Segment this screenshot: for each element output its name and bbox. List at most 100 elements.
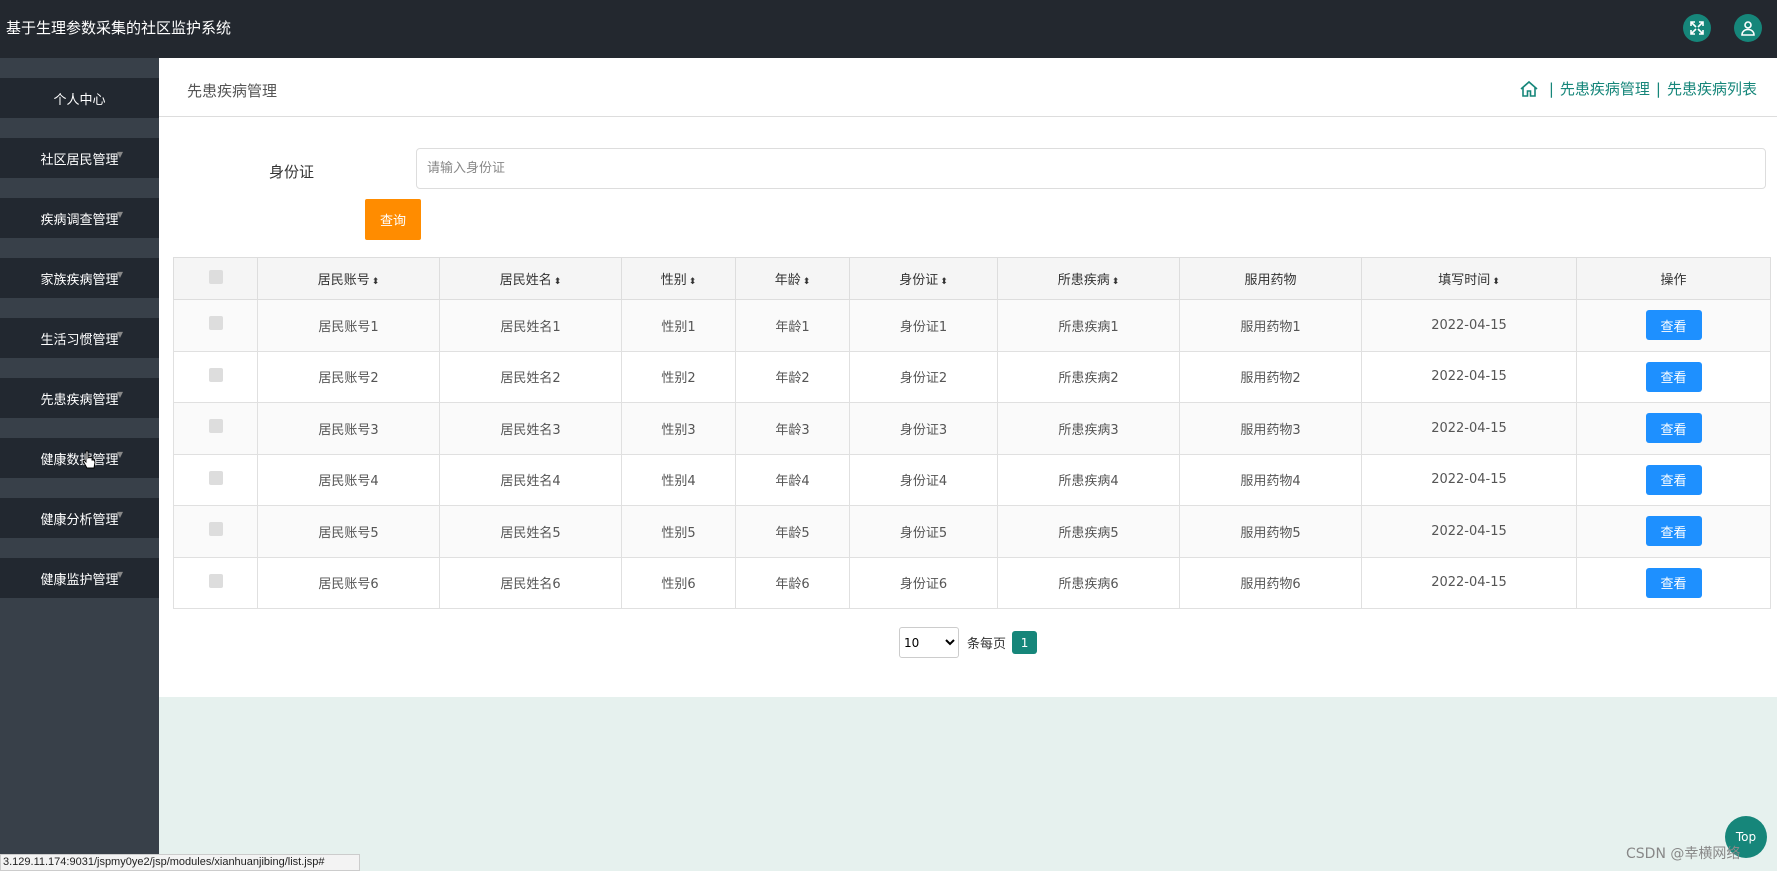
caret-down-icon: ▼: [116, 210, 123, 219]
fullscreen-button[interactable]: [1683, 14, 1711, 42]
cell-medication: 服用药物4: [1179, 453, 1362, 506]
breadcrumb-current[interactable]: 先患疾病列表: [1667, 78, 1757, 99]
caret-down-icon: ▼: [116, 570, 123, 579]
col-name[interactable]: 居民姓名 ⬍: [439, 257, 622, 300]
row-select-cell: [173, 299, 258, 352]
sidebar-item-label: 个人中心: [53, 92, 106, 108]
col-medication: 服用药物: [1179, 257, 1362, 300]
cell-id-card: 身份证6: [849, 556, 998, 609]
col-gender[interactable]: 性别 ⬍: [621, 257, 736, 300]
col-account[interactable]: 居民账号 ⬍: [257, 257, 440, 300]
col-disease[interactable]: 所患疾病 ⬍: [997, 257, 1180, 300]
query-button[interactable]: 查询: [365, 199, 421, 240]
breadcrumb-link[interactable]: 先患疾病管理: [1560, 78, 1650, 99]
page-number-button[interactable]: 1: [1012, 631, 1038, 654]
sidebar-item-family-disease[interactable]: 家族疾病管理 ▼: [0, 258, 159, 298]
col-label: 所患疾病: [1057, 273, 1110, 288]
col-label: 性别: [660, 273, 687, 288]
sidebar-item-residents[interactable]: 社区居民管理 ▼: [0, 138, 159, 178]
breadcrumb-separator: |: [1548, 79, 1554, 98]
row-checkbox[interactable]: [208, 573, 223, 588]
cell-age: 年龄4: [735, 453, 850, 506]
row-checkbox[interactable]: [208, 470, 223, 485]
col-label: 居民姓名: [499, 273, 552, 288]
cell-account: 居民账号2: [257, 350, 440, 403]
cell-fill-time: 2022-04-15: [1361, 402, 1577, 455]
cell-disease: 所患疾病1: [997, 299, 1180, 352]
sidebar-item-prior-disease[interactable]: 先患疾病管理 ▼: [0, 378, 159, 418]
sidebar-item-label: 健康数据管理: [40, 452, 119, 468]
cell-medication: 服用药物6: [1179, 556, 1362, 609]
sidebar-item-label: 社区居民管理: [40, 152, 119, 168]
cell-name: 居民姓名2: [439, 350, 622, 403]
cell-age: 年龄3: [735, 402, 850, 455]
cell-fill-time: 2022-04-15: [1361, 299, 1577, 352]
view-button[interactable]: 查看: [1645, 361, 1702, 392]
cell-account: 居民账号5: [257, 505, 440, 558]
select-all-checkbox[interactable]: [208, 269, 223, 284]
view-button[interactable]: 查看: [1645, 413, 1702, 444]
table-header-row: 居民账号 ⬍ 居民姓名 ⬍ 性别 ⬍ 年龄 ⬍ 身份证 ⬍ 所患疾病 ⬍ 服用药物 填写时间…: [173, 257, 1771, 300]
id-card-search-input[interactable]: [416, 148, 1766, 189]
col-fill-time[interactable]: 填写时间 ⬍: [1361, 257, 1577, 300]
id-card-label: 身份证: [269, 163, 315, 181]
caret-down-icon: ▼: [116, 270, 123, 279]
row-checkbox[interactable]: [208, 367, 223, 382]
cell-actions: 查看: [1576, 556, 1771, 609]
view-button[interactable]: 查看: [1645, 567, 1702, 598]
page-title: 先患疾病管理: [187, 82, 278, 100]
sort-icon: ⬍: [371, 277, 380, 287]
row-select-cell: [173, 402, 258, 455]
cell-disease: 所患疾病6: [997, 556, 1180, 609]
select-all-header: [173, 257, 258, 300]
cell-actions: 查看: [1576, 505, 1771, 558]
row-checkbox[interactable]: [208, 419, 223, 434]
row-select-cell: [173, 350, 258, 403]
cell-disease: 所患疾病5: [997, 505, 1180, 558]
view-button[interactable]: 查看: [1645, 464, 1702, 495]
view-button[interactable]: 查看: [1645, 310, 1702, 341]
cell-fill-time: 2022-04-15: [1361, 350, 1577, 403]
sidebar-item-label: 先患疾病管理: [40, 392, 119, 408]
col-age[interactable]: 年龄 ⬍: [735, 257, 850, 300]
sidebar-item-health-monitoring[interactable]: 健康监护管理 ▼: [0, 558, 159, 598]
cell-age: 年龄6: [735, 556, 850, 609]
breadcrumb-bar: 先患疾病管理 | 先患疾病管理 | 先患疾病列表: [159, 58, 1777, 117]
cell-medication: 服用药物3: [1179, 402, 1362, 455]
pointer-cursor-icon: [82, 450, 96, 469]
row-checkbox[interactable]: [208, 316, 223, 331]
col-label: 身份证: [899, 273, 939, 288]
col-label: 服用药物: [1244, 273, 1297, 288]
col-label: 居民账号: [317, 273, 370, 288]
page-size-select[interactable]: 10: [899, 627, 959, 658]
cell-account: 居民账号3: [257, 402, 440, 455]
row-select-cell: [173, 453, 258, 506]
sidebar-item-health-data[interactable]: 健康数据管理 ▼: [0, 438, 159, 478]
home-icon[interactable]: [1519, 79, 1539, 99]
cell-fill-time: 2022-04-15: [1361, 505, 1577, 558]
col-label: 年龄: [774, 273, 801, 288]
cell-id-card: 身份证5: [849, 505, 998, 558]
cell-gender: 性别3: [621, 402, 736, 455]
cell-account: 居民账号6: [257, 556, 440, 609]
cell-gender: 性别2: [621, 350, 736, 403]
sidebar-item-health-analysis[interactable]: 健康分析管理 ▼: [0, 498, 159, 538]
expand-icon: [1690, 21, 1704, 35]
user-button[interactable]: [1734, 14, 1762, 42]
sidebar-item-profile[interactable]: 个人中心: [0, 78, 159, 118]
sidebar-item-disease-survey[interactable]: 疾病调查管理 ▼: [0, 198, 159, 238]
caret-down-icon: ▼: [116, 510, 123, 519]
sidebar-item-label: 生活习惯管理: [40, 332, 119, 348]
cell-account: 居民账号1: [257, 299, 440, 352]
cell-age: 年龄5: [735, 505, 850, 558]
col-id-card[interactable]: 身份证 ⬍: [849, 257, 998, 300]
sidebar-item-lifestyle[interactable]: 生活习惯管理 ▼: [0, 318, 159, 358]
cell-actions: 查看: [1576, 402, 1771, 455]
sidebar-item-label: 疾病调查管理: [40, 212, 119, 228]
cell-medication: 服用药物1: [1179, 299, 1362, 352]
main-content: 先患疾病管理 | 先患疾病管理 | 先患疾病列表 身份证 查询 居民账号⬍ 居民…: [159, 58, 1777, 697]
breadcrumb-separator: |: [1655, 79, 1661, 98]
col-label: 操作: [1660, 273, 1687, 288]
view-button[interactable]: 查看: [1645, 516, 1702, 547]
row-checkbox[interactable]: [208, 522, 223, 537]
